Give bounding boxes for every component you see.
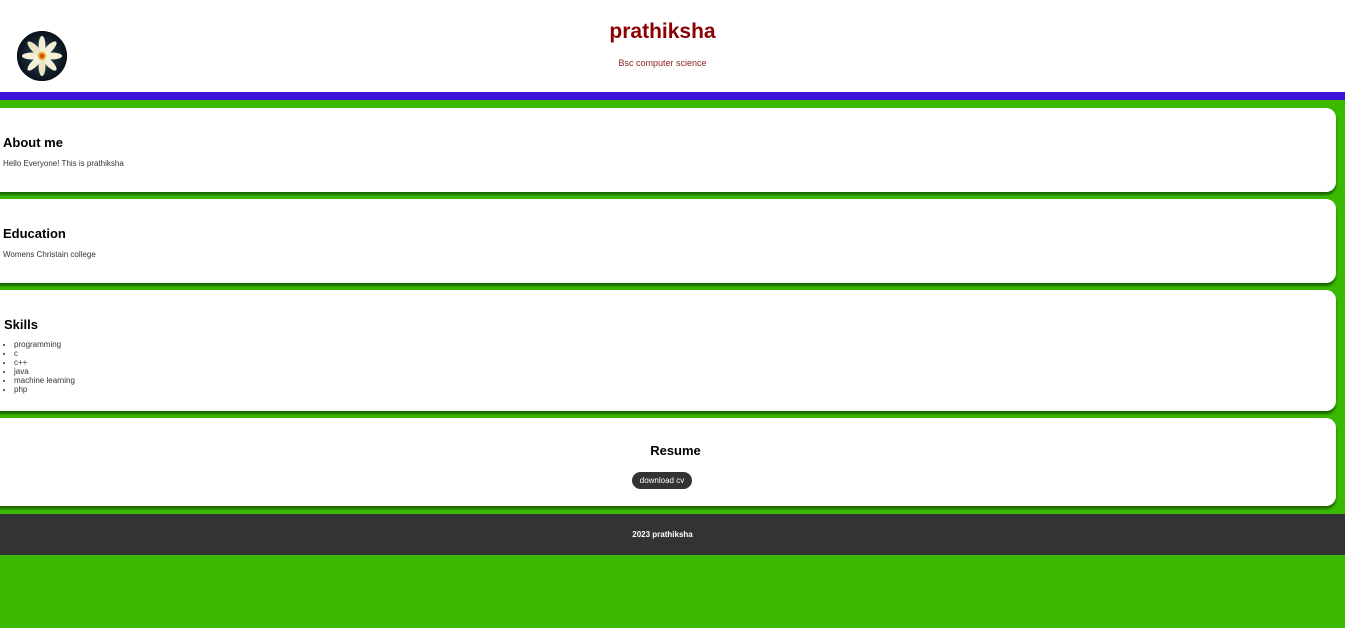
nav-bar bbox=[0, 92, 1345, 100]
skills-title: Skills bbox=[4, 317, 38, 332]
site-header: prathiksha Bsc computer science bbox=[0, 0, 1345, 92]
download-cv-button[interactable]: download cv bbox=[632, 472, 692, 489]
resume-title: Resume bbox=[650, 443, 701, 458]
skill-item: php bbox=[14, 385, 75, 394]
education-section: Education Womens Christain college bbox=[0, 199, 1336, 283]
skill-item: machine learning bbox=[14, 376, 75, 385]
education-text: Womens Christain college bbox=[3, 250, 96, 259]
skill-item: programming bbox=[14, 340, 75, 349]
skills-list: programming c c++ java machine learning … bbox=[4, 340, 75, 394]
footer-copyright: 2023 prathiksha bbox=[632, 530, 693, 539]
resume-section: Resume download cv bbox=[0, 418, 1336, 506]
site-title: prathiksha bbox=[609, 20, 716, 43]
site-subtitle: Bsc computer science bbox=[618, 58, 707, 68]
about-section: About me Hello Everyone! This is prathik… bbox=[0, 108, 1336, 192]
skill-item: java bbox=[14, 367, 75, 376]
education-title: Education bbox=[3, 226, 66, 241]
about-title: About me bbox=[3, 135, 63, 150]
skill-item: c++ bbox=[14, 358, 75, 367]
skill-item: c bbox=[14, 349, 75, 358]
site-footer: 2023 prathiksha bbox=[0, 514, 1345, 555]
skills-section: Skills programming c c++ java machine le… bbox=[0, 290, 1336, 411]
about-text: Hello Everyone! This is prathiksha bbox=[3, 159, 124, 168]
